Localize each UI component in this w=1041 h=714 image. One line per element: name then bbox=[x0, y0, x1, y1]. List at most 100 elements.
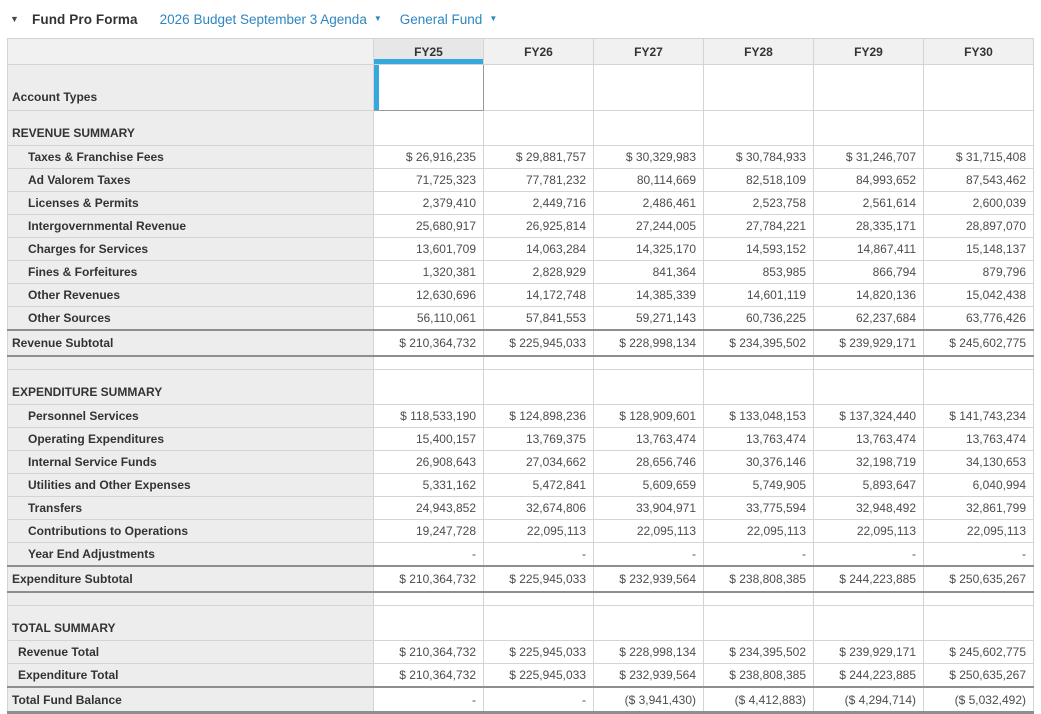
cell-fy29-other-revenues[interactable]: 14,820,136 bbox=[814, 284, 924, 307]
cell-fy29-total-summary[interactable] bbox=[814, 606, 924, 641]
cell-fy30-other-sources[interactable]: 63,776,426 bbox=[924, 307, 1034, 331]
cell-fy26-revenue-total[interactable]: $ 225,945,033 bbox=[484, 641, 594, 664]
column-header-fy28[interactable]: FY28 bbox=[704, 39, 814, 65]
cell-fy25-personnel-services[interactable]: $ 118,533,190 bbox=[374, 405, 484, 428]
cell-fy29-charges-for-services[interactable]: 14,867,411 bbox=[814, 238, 924, 261]
cell-fy29-personnel-services[interactable]: $ 137,324,440 bbox=[814, 405, 924, 428]
cell-fy26-year-end-adjustments[interactable]: - bbox=[484, 543, 594, 567]
cell-fy30-internal-service-funds[interactable]: 34,130,653 bbox=[924, 451, 1034, 474]
cell-fy25-total-fund-balance[interactable]: - bbox=[374, 687, 484, 713]
cell-fy26-utilities-and-other-expenses[interactable]: 5,472,841 bbox=[484, 474, 594, 497]
fund-dropdown[interactable]: General Fund ▼ bbox=[400, 12, 497, 27]
cell-fy25-other-sources[interactable]: 56,110,061 bbox=[374, 307, 484, 331]
cell-fy27-account-types[interactable] bbox=[594, 65, 704, 111]
row-label-total-fund-balance[interactable]: Total Fund Balance bbox=[8, 687, 374, 713]
cell-fy29-internal-service-funds[interactable]: 32,198,719 bbox=[814, 451, 924, 474]
cell-fy25-total-summary[interactable] bbox=[374, 606, 484, 641]
cell-fy27-expenditure-summary[interactable] bbox=[594, 370, 704, 405]
cell-fy25-fines-forfeitures[interactable]: 1,320,381 bbox=[374, 261, 484, 284]
row-label-intergovernmental-revenue[interactable]: Intergovernmental Revenue bbox=[8, 215, 374, 238]
cell-fy28-contributions-to-operations[interactable]: 22,095,113 bbox=[704, 520, 814, 543]
cell-fy29-intergovernmental-revenue[interactable]: 28,335,171 bbox=[814, 215, 924, 238]
row-label-revenue-subtotal[interactable]: Revenue Subtotal bbox=[8, 330, 374, 356]
cell-fy28-personnel-services[interactable]: $ 133,048,153 bbox=[704, 405, 814, 428]
cell-fy27-other-revenues[interactable]: 14,385,339 bbox=[594, 284, 704, 307]
cell-fy25-year-end-adjustments[interactable]: - bbox=[374, 543, 484, 567]
cell-fy28-transfers[interactable]: 33,775,594 bbox=[704, 497, 814, 520]
cell-fy27-ad-valorem-taxes[interactable]: 80,114,669 bbox=[594, 169, 704, 192]
cell-fy29-operating-expenditures[interactable]: 13,763,474 bbox=[814, 428, 924, 451]
selected-cell[interactable] bbox=[374, 65, 484, 111]
cell-fy30-total-summary[interactable] bbox=[924, 606, 1034, 641]
cell-fy26-account-types[interactable] bbox=[484, 65, 594, 111]
budget-dropdown[interactable]: 2026 Budget September 3 Agenda ▼ bbox=[160, 12, 382, 27]
row-label-year-end-adjustments[interactable]: Year End Adjustments bbox=[8, 543, 374, 567]
cell-fy30-revenue-summary[interactable] bbox=[924, 111, 1034, 146]
cell-fy29-expenditure-total[interactable]: $ 244,223,885 bbox=[814, 664, 924, 688]
cell-fy29-year-end-adjustments[interactable]: - bbox=[814, 543, 924, 567]
row-label-utilities-and-other-expenses[interactable]: Utilities and Other Expenses bbox=[8, 474, 374, 497]
cell-fy28-other-sources[interactable]: 60,736,225 bbox=[704, 307, 814, 331]
cell-fy29-fines-forfeitures[interactable]: 866,794 bbox=[814, 261, 924, 284]
cell-fy29-licenses-permits[interactable]: 2,561,614 bbox=[814, 192, 924, 215]
cell-fy28-total-summary[interactable] bbox=[704, 606, 814, 641]
cell-fy25-operating-expenditures[interactable]: 15,400,157 bbox=[374, 428, 484, 451]
cell-fy30-year-end-adjustments[interactable]: - bbox=[924, 543, 1034, 567]
cell-fy29-account-types[interactable] bbox=[814, 65, 924, 111]
cell-fy28-year-end-adjustments[interactable]: - bbox=[704, 543, 814, 567]
cell-fy28-revenue-total[interactable]: $ 234,395,502 bbox=[704, 641, 814, 664]
row-label-revenue-summary[interactable]: REVENUE SUMMARY bbox=[8, 111, 374, 146]
row-label-internal-service-funds[interactable]: Internal Service Funds bbox=[8, 451, 374, 474]
cell-fy25-taxes-franchise-fees[interactable]: $ 26,916,235 bbox=[374, 146, 484, 169]
row-label-transfers[interactable]: Transfers bbox=[8, 497, 374, 520]
cell-fy28-revenue-summary[interactable] bbox=[704, 111, 814, 146]
cell-fy30-personnel-services[interactable]: $ 141,743,234 bbox=[924, 405, 1034, 428]
cell-fy25-licenses-permits[interactable]: 2,379,410 bbox=[374, 192, 484, 215]
row-label-expenditure-total[interactable]: Expenditure Total bbox=[8, 664, 374, 688]
cell-fy30-expenditure-total[interactable]: $ 250,635,267 bbox=[924, 664, 1034, 688]
cell-fy30-licenses-permits[interactable]: 2,600,039 bbox=[924, 192, 1034, 215]
column-header-fy30[interactable]: FY30 bbox=[924, 39, 1034, 65]
cell-fy29-utilities-and-other-expenses[interactable]: 5,893,647 bbox=[814, 474, 924, 497]
cell-fy27-transfers[interactable]: 33,904,971 bbox=[594, 497, 704, 520]
cell-fy28-expenditure-total[interactable]: $ 238,808,385 bbox=[704, 664, 814, 688]
cell-fy27-contributions-to-operations[interactable]: 22,095,113 bbox=[594, 520, 704, 543]
cell-fy28-other-revenues[interactable]: 14,601,119 bbox=[704, 284, 814, 307]
cell-fy29-contributions-to-operations[interactable]: 22,095,113 bbox=[814, 520, 924, 543]
cell-fy30-total-fund-balance[interactable]: ($ 5,032,492) bbox=[924, 687, 1034, 713]
cell-fy30-utilities-and-other-expenses[interactable]: 6,040,994 bbox=[924, 474, 1034, 497]
cell-fy28-intergovernmental-revenue[interactable]: 27,784,221 bbox=[704, 215, 814, 238]
cell-fy30-other-revenues[interactable]: 15,042,438 bbox=[924, 284, 1034, 307]
cell-fy28-revenue-subtotal[interactable]: $ 234,395,502 bbox=[704, 330, 814, 356]
cell-fy26-licenses-permits[interactable]: 2,449,716 bbox=[484, 192, 594, 215]
cell-fy26-other-revenues[interactable]: 14,172,748 bbox=[484, 284, 594, 307]
cell-fy25-charges-for-services[interactable]: 13,601,709 bbox=[374, 238, 484, 261]
cell-fy29-revenue-total[interactable]: $ 239,929,171 bbox=[814, 641, 924, 664]
cell-fy25-revenue-summary[interactable] bbox=[374, 111, 484, 146]
cell-fy27-internal-service-funds[interactable]: 28,656,746 bbox=[594, 451, 704, 474]
cell-fy27-total-summary[interactable] bbox=[594, 606, 704, 641]
cell-fy25-utilities-and-other-expenses[interactable]: 5,331,162 bbox=[374, 474, 484, 497]
cell-fy27-expenditure-subtotal[interactable]: $ 232,939,564 bbox=[594, 566, 704, 592]
cell-fy25-expenditure-summary[interactable] bbox=[374, 370, 484, 405]
row-label-revenue-total[interactable]: Revenue Total bbox=[8, 641, 374, 664]
cell-fy26-intergovernmental-revenue[interactable]: 26,925,814 bbox=[484, 215, 594, 238]
cell-fy27-licenses-permits[interactable]: 2,486,461 bbox=[594, 192, 704, 215]
cell-fy25-expenditure-subtotal[interactable]: $ 210,364,732 bbox=[374, 566, 484, 592]
cell-fy29-expenditure-subtotal[interactable]: $ 244,223,885 bbox=[814, 566, 924, 592]
row-label-ad-valorem-taxes[interactable]: Ad Valorem Taxes bbox=[8, 169, 374, 192]
row-label-operating-expenditures[interactable]: Operating Expenditures bbox=[8, 428, 374, 451]
cell-fy26-other-sources[interactable]: 57,841,553 bbox=[484, 307, 594, 331]
cell-fy30-fines-forfeitures[interactable]: 879,796 bbox=[924, 261, 1034, 284]
row-label-taxes-franchise-fees[interactable]: Taxes & Franchise Fees bbox=[8, 146, 374, 169]
cell-fy25-transfers[interactable]: 24,943,852 bbox=[374, 497, 484, 520]
cell-fy26-transfers[interactable]: 32,674,806 bbox=[484, 497, 594, 520]
column-header-fy29[interactable]: FY29 bbox=[814, 39, 924, 65]
row-label-contributions-to-operations[interactable]: Contributions to Operations bbox=[8, 520, 374, 543]
cell-fy26-internal-service-funds[interactable]: 27,034,662 bbox=[484, 451, 594, 474]
cell-fy27-other-sources[interactable]: 59,271,143 bbox=[594, 307, 704, 331]
cell-fy30-ad-valorem-taxes[interactable]: 87,543,462 bbox=[924, 169, 1034, 192]
cell-fy26-personnel-services[interactable]: $ 124,898,236 bbox=[484, 405, 594, 428]
cell-fy26-operating-expenditures[interactable]: 13,769,375 bbox=[484, 428, 594, 451]
cell-fy29-taxes-franchise-fees[interactable]: $ 31,246,707 bbox=[814, 146, 924, 169]
